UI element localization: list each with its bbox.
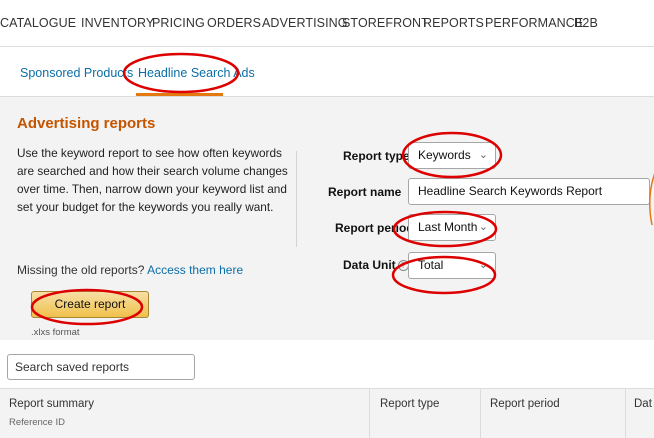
- description-line: Use the keyword report to see how often …: [17, 146, 282, 160]
- report-period-label: Report period: [335, 221, 414, 235]
- nav-storefront[interactable]: STOREFRONT: [342, 16, 429, 30]
- ad-type-tabs: Sponsored Products Headline Search Ads: [0, 46, 654, 97]
- column-report-type[interactable]: Report type: [380, 398, 439, 410]
- data-unit-label-group: Data Unit?: [343, 258, 409, 272]
- column-separator: [480, 389, 481, 438]
- column-separator: [625, 389, 626, 438]
- nav-advertising[interactable]: ADVERTISING: [262, 16, 348, 30]
- nav-inventory[interactable]: INVENTORY: [81, 16, 154, 30]
- report-name-label: Report name: [328, 185, 402, 199]
- nav-b2b[interactable]: B2B: [574, 16, 598, 30]
- column-reference-id: Reference ID: [9, 417, 65, 428]
- description-line: set your budget for the keywords you rea…: [17, 200, 274, 214]
- data-unit-value: Total: [418, 258, 444, 272]
- report-name-value: Headline Search Keywords Report: [418, 184, 603, 198]
- nav-orders[interactable]: ORDERS: [207, 16, 261, 30]
- missing-reports-text: Missing the old reports?: [17, 263, 148, 277]
- missing-reports-note: Missing the old reports? Access them her…: [17, 263, 243, 277]
- format-note: .xlxs format: [31, 327, 80, 338]
- panel-divider: [296, 151, 297, 247]
- report-period-value: Last Month: [418, 220, 478, 234]
- panel-title: Advertising reports: [17, 115, 156, 132]
- nav-performance[interactable]: PERFORMANCE: [485, 16, 583, 30]
- tab-headline-search-ads[interactable]: Headline Search Ads: [138, 66, 255, 80]
- report-type-label: Report type: [343, 149, 410, 163]
- description-line: are searched and how their search volume…: [17, 164, 288, 178]
- report-period-select[interactable]: Last Month ⌄: [408, 214, 496, 241]
- column-separator: [369, 389, 370, 438]
- chevron-down-icon: ⌄: [478, 259, 488, 271]
- column-report-period[interactable]: Report period: [490, 398, 560, 410]
- advertising-reports-panel: Advertising reports Use the keyword repo…: [0, 97, 654, 340]
- data-unit-select[interactable]: Total ⌄: [408, 252, 496, 279]
- report-type-value: Keywords: [418, 148, 471, 162]
- chevron-down-icon: ⌄: [478, 149, 488, 161]
- nav-pricing[interactable]: PRICING: [152, 16, 205, 30]
- active-tab-indicator: [136, 93, 223, 96]
- reports-table-header: Report summary Reference ID Report type …: [0, 388, 654, 438]
- top-navigation: CATALOGUE INVENTORY PRICING ORDERS ADVER…: [0, 0, 654, 46]
- panel-description: Use the keyword report to see how often …: [17, 144, 288, 216]
- chevron-down-icon: ⌄: [478, 221, 488, 233]
- nav-reports[interactable]: REPORTS: [423, 16, 484, 30]
- data-unit-label: Data Unit: [343, 258, 396, 272]
- column-report-summary[interactable]: Report summary: [9, 398, 94, 410]
- report-type-select[interactable]: Keywords ⌄: [408, 142, 496, 169]
- create-report-button[interactable]: Create report: [31, 291, 149, 318]
- description-line: over time. Then, narrow down your keywor…: [17, 182, 287, 196]
- tab-sponsored-products[interactable]: Sponsored Products: [20, 66, 133, 80]
- access-old-reports-link[interactable]: Access them here: [147, 263, 243, 277]
- column-date[interactable]: Dat: [634, 398, 652, 410]
- report-name-input[interactable]: Headline Search Keywords Report: [408, 178, 650, 205]
- nav-catalogue[interactable]: CATALOGUE: [0, 16, 76, 30]
- search-saved-reports-input[interactable]: Search saved reports: [7, 354, 195, 380]
